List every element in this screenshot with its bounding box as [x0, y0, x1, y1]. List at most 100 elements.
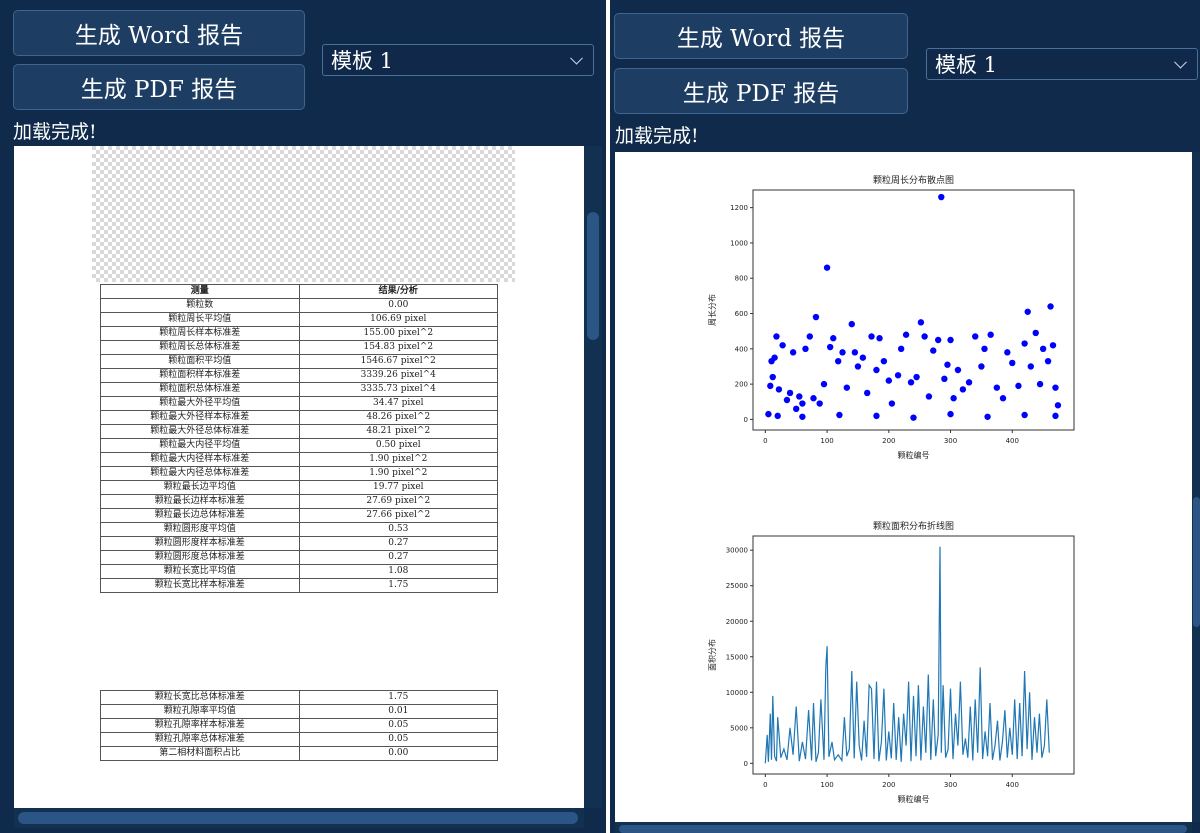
table-row: 颗粒长宽比总体标准差 1.75: [100, 690, 499, 705]
table-cell-measure: 颗粒周长总体标准差: [100, 340, 300, 355]
table-cell-result: 0.50 pixel: [298, 438, 499, 453]
chevron-down-icon: [1174, 55, 1187, 69]
vertical-scrollbar[interactable]: [584, 146, 602, 808]
scatter-point: [786, 389, 794, 397]
scatter-point: [783, 396, 791, 404]
table-row: 颗粒最长边总体标准差 27.66 pixel^2: [100, 508, 499, 523]
scatter-point: [1024, 308, 1031, 315]
scatter-point: [771, 354, 778, 361]
scatter-point: [820, 380, 828, 388]
table-cell-result: 1.90 pixel^2: [298, 452, 499, 467]
scatter-point: [806, 333, 813, 340]
horizontal-scrollbar[interactable]: [615, 822, 1192, 833]
table-cell-measure: 颗粒长宽比总体标准差: [100, 690, 300, 705]
scatter-point: [897, 345, 905, 353]
table-cell-result: 27.69 pixel^2: [298, 494, 499, 509]
chart-title: 颗粒周长分布散点图: [873, 174, 954, 186]
scatter-point: [823, 264, 831, 271]
x-tick-label: 300: [944, 781, 957, 789]
generate-pdf-button[interactable]: 生成 PDF 报告: [614, 68, 908, 114]
scatter-point: [921, 333, 928, 340]
generate-pdf-button[interactable]: 生成 PDF 报告: [13, 64, 305, 110]
table-cell-result: 1.90 pixel^2: [298, 466, 499, 481]
scatter-point: [851, 349, 859, 356]
table-row: 颗粒最长边平均值 19.77 pixel: [100, 480, 499, 495]
table-cell-result: 155.00 pixel^2: [298, 326, 499, 341]
chart-preview: 颗粒周长分布散点图 颗粒编号 周长分布 0 100 200 300 400 0 200 400 600…: [615, 152, 1192, 822]
table-row: 颗粒最大外径样本标准差 48.26 pixel^2: [100, 410, 499, 425]
table-cell-result: 0.27: [298, 550, 499, 565]
generate-word-button[interactable]: 生成 Word 报告: [614, 13, 908, 59]
scatter-point: [799, 400, 806, 407]
table-row: 颗粒数 0.00: [100, 298, 499, 313]
table-row: 颗粒周长总体标准差 154.83 pixel^2: [100, 340, 499, 355]
scatter-point: [810, 395, 817, 402]
stats-table: 测量 结果/分析 颗粒数 0.00 颗粒周长平均值 106.69 pixel 颗粒周长样…: [100, 284, 499, 593]
table-row: 颗粒最大外径平均值 34.47 pixel: [100, 396, 499, 411]
y-tick-label: 10000: [726, 689, 748, 697]
vertical-scrollbar-thumb[interactable]: [1193, 497, 1200, 627]
table-cell-result: 0.01: [298, 704, 499, 719]
table-cell-measure: 颗粒最长边总体标准差: [100, 508, 300, 523]
scatter-point: [917, 319, 925, 326]
scatter-point: [910, 414, 917, 421]
vertical-scrollbar-thumb[interactable]: [587, 212, 599, 340]
table-cell-measure: 颗粒最长边平均值: [100, 480, 300, 495]
table-cell-measure: 颗粒长宽比平均值: [100, 564, 300, 579]
report-preview: 测量 结果/分析 颗粒数 0.00 颗粒周长平均值 106.69 pixel 颗粒周长样…: [14, 146, 584, 808]
horizontal-scrollbar-thumb[interactable]: [619, 825, 1187, 833]
template-select[interactable]: 模板 1: [926, 48, 1198, 80]
table-row: 颗粒周长样本标准差 155.00 pixel^2: [100, 326, 499, 341]
x-tick-label: 200: [882, 437, 895, 445]
x-tick-label: 0: [763, 781, 767, 789]
vertical-scrollbar[interactable]: [1192, 152, 1200, 822]
chart-title: 颗粒面积分布折线图: [873, 520, 954, 532]
x-tick-label: 400: [1006, 781, 1019, 789]
x-tick-label: 100: [820, 437, 833, 445]
table-cell-measure: 颗粒最大内径样本标准差: [100, 452, 300, 467]
scatter-point: [1036, 380, 1044, 388]
y-tick-label: 0: [744, 416, 748, 424]
scatter-point: [859, 354, 867, 361]
table-cell-measure: 颗粒圆形度平均值: [100, 522, 300, 537]
scatter-point: [799, 413, 806, 420]
table-row: 颗粒孔隙率平均值 0.01: [100, 704, 499, 719]
y-axis-label: 面积分布: [707, 639, 717, 671]
charts-canvas: 颗粒周长分布散点图颗粒编号 周长分布 0 100 200 300 400 0 200 400 600…: [707, 174, 1075, 804]
table-cell-result: 19.77 pixel: [298, 480, 499, 495]
table-cell-result: 0.53: [298, 522, 499, 537]
generate-word-button[interactable]: 生成 Word 报告: [13, 10, 305, 56]
scatter-point: [796, 393, 803, 400]
scatter-point: [1049, 342, 1057, 349]
scatter-point: [888, 400, 896, 407]
scatter-point: [947, 336, 954, 344]
x-tick-label: 300: [944, 437, 957, 445]
scatter-point: [836, 411, 843, 419]
scatter-point: [774, 412, 781, 420]
horizontal-scrollbar[interactable]: [14, 808, 584, 828]
stats-table-continued: 颗粒长宽比总体标准差 1.75 颗粒孔隙率平均值 0.01 颗粒孔隙率样本标准差 0.05…: [100, 690, 499, 761]
table-cell-result: 0.00: [298, 298, 499, 313]
left-panel: 生成 Word 报告 生成 PDF 报告 模板 1 加载完成! 测量 结果/分析…: [0, 0, 606, 833]
y-tick-label: 25000: [726, 582, 748, 590]
scatter-point: [876, 335, 883, 342]
y-axis-label: 周长分布: [707, 294, 717, 326]
horizontal-scrollbar-thumb[interactable]: [18, 812, 578, 824]
y-tick-label: 0: [744, 760, 748, 768]
table-cell-measure: 颗粒最大内径总体标准差: [100, 466, 300, 481]
table-row: 颗粒长宽比平均值 1.08: [100, 564, 499, 579]
table-cell-measure: 颗粒面积样本标准差: [100, 368, 300, 383]
table-cell-result: 3335.73 pixel^4: [298, 382, 499, 397]
scatter-point: [830, 335, 837, 342]
y-tick-label: 15000: [726, 653, 748, 661]
table-row: 颗粒最大外径总体标准差 48.21 pixel^2: [100, 424, 499, 439]
scatter-point: [1021, 340, 1028, 347]
scatter-point: [950, 395, 957, 402]
scatter-point: [1044, 357, 1052, 365]
x-tick-label: 0: [763, 437, 767, 445]
scatter-point: [1054, 402, 1062, 409]
scatter-point: [1052, 412, 1059, 420]
scatter-point: [816, 400, 823, 407]
table-row: 颗粒圆形度平均值 0.53: [100, 522, 499, 537]
template-select[interactable]: 模板 1: [322, 44, 594, 76]
